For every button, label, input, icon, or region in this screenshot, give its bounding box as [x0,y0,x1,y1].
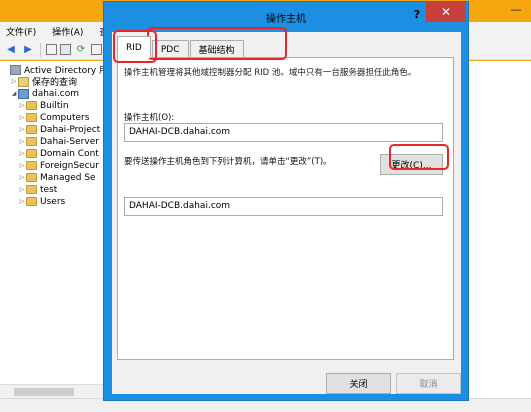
close-icon[interactable]: ✕ [426,2,466,22]
console-icon[interactable] [60,44,71,55]
folder-icon [26,125,37,134]
menu-action[interactable]: 操作(A) [52,25,83,38]
folder-icon [26,137,37,146]
details-pane [466,61,531,398]
folder-icon [26,185,37,194]
collapsed-arrow-icon[interactable]: ▷ [18,198,26,205]
folder-icon [26,113,37,122]
collapsed-arrow-icon[interactable]: ▷ [18,138,26,145]
minimize-icon[interactable]: — [503,0,529,18]
collapsed-arrow-icon[interactable]: ▷ [18,162,26,169]
toolbar-separator [40,42,41,57]
collapsed-arrow-icon[interactable]: ▷ [18,186,26,193]
active-directory-icon [10,64,21,75]
tree-item-label: Dahai-Server [40,136,99,147]
collapsed-arrow-icon[interactable]: ▷ [18,150,26,157]
folder-icon [26,197,37,206]
folder-icon [26,101,37,110]
operations-master-field: DAHAI-DCB.dahai.com [124,123,443,142]
tab-infrastructure[interactable]: 基础结构 [189,40,244,58]
operations-masters-dialog: 操作主机 ? ✕ RID PDC 基础结构 操作主机管理将其他域控制器分配 RI… [103,1,469,401]
change-button[interactable]: 更改(C)... [380,154,443,175]
folder-icon [26,149,37,158]
collapsed-arrow-icon[interactable]: ▷ [10,78,18,85]
expanded-arrow-icon[interactable]: ◢ [10,90,18,97]
dialog-titlebar: 操作主机 ? ✕ [104,2,468,32]
cancel-button[interactable]: 取消 [396,373,461,394]
export-icon[interactable] [91,44,102,55]
tree-item-label: Managed Se [40,172,96,183]
menu-file[interactable]: 文件(F) [6,25,36,38]
forward-arrow-icon[interactable]: ▶ [21,43,35,57]
tree-item-label: Domain Cont [40,148,99,159]
tree-item-label: Users [40,196,66,207]
operations-master-label: 操作主机(O): [124,113,175,123]
folder-icon [26,161,37,170]
tree-item-label: Computers [40,112,90,123]
tree-item-label: Builtin [40,100,69,111]
folder-icon [26,173,37,182]
dialog-body: RID PDC 基础结构 操作主机管理将其他域控制器分配 RID 池。域中只有一… [112,32,461,394]
bg-window-controls: — [503,0,529,18]
target-computer-field: DAHAI-DCB.dahai.com [124,197,443,216]
close-button[interactable]: 关闭 [326,373,391,394]
tree-item-label: test [40,184,58,195]
tab-rid[interactable]: RID [117,36,151,58]
refresh-icon[interactable]: ⟳ [74,43,88,57]
tree-item[interactable]: ▷ Users [18,195,66,208]
collapsed-arrow-icon[interactable]: ▷ [18,126,26,133]
tab-strip: RID PDC 基础结构 [117,36,245,58]
tree-item-label: dahai.com [32,88,80,99]
tree-item-label: ForeignSecur [40,160,99,171]
tree-item-label: Dahai-Project [40,124,101,135]
back-arrow-icon[interactable]: ◀ [4,43,18,57]
show-hide-tree-icon[interactable] [46,44,57,55]
domain-icon [18,88,29,99]
tree-horizontal-scrollbar[interactable] [0,384,105,398]
tab-pdc[interactable]: PDC [151,40,189,58]
collapsed-arrow-icon[interactable]: ▷ [18,174,26,181]
saved-queries-icon [18,76,29,87]
transfer-instruction: 要传送操作主机角色到下列计算机，请单击“更改”(T)。 [124,157,332,167]
help-icon[interactable]: ? [408,6,426,24]
collapsed-arrow-icon[interactable]: ▷ [18,114,26,121]
role-description: 操作主机管理将其他域控制器分配 RID 池。域中只有一台服务器担任此角色。 [124,68,417,78]
collapsed-arrow-icon[interactable]: ▷ [18,102,26,109]
scrollbar-thumb[interactable] [14,388,74,396]
